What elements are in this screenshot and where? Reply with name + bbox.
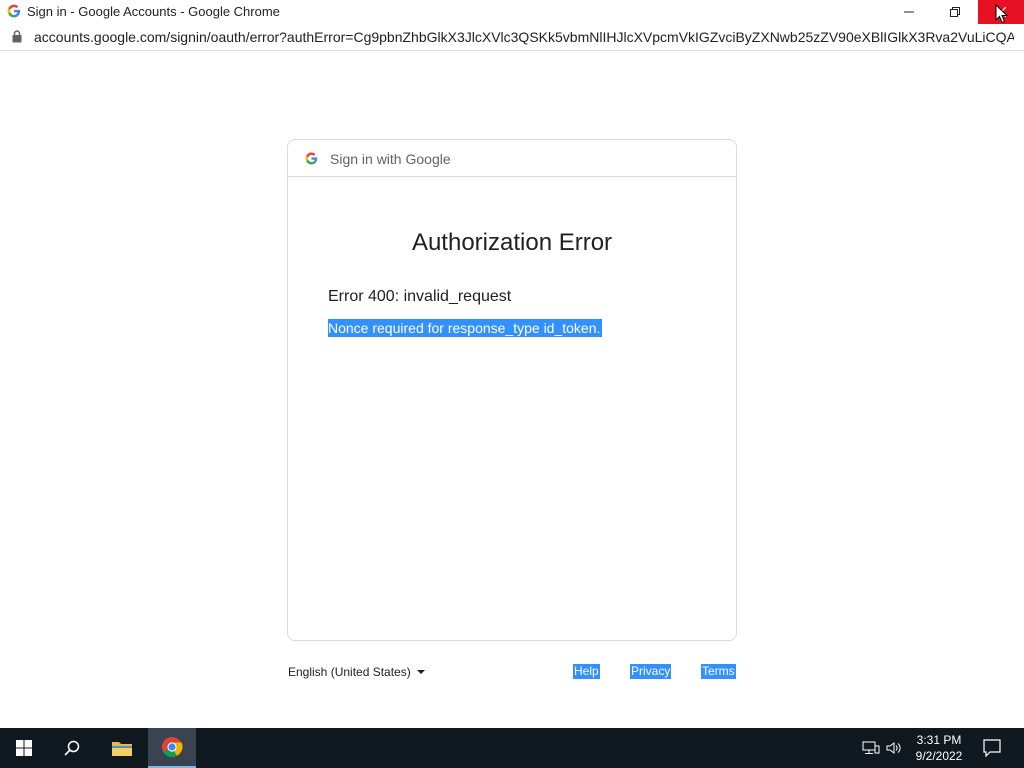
window-title-bar: Sign in - Google Accounts - Google Chrom… [0, 0, 1024, 24]
privacy-link[interactable]: Privacy [630, 664, 672, 679]
start-button[interactable] [0, 728, 48, 768]
terms-link[interactable]: Terms [701, 664, 736, 679]
card-header-label: Sign in with Google [330, 151, 451, 167]
minimize-button[interactable] [886, 0, 932, 24]
error-message: Nonce required for response_type id_toke… [328, 319, 603, 337]
taskbar: 3:31 PM 9/2/2022 [0, 728, 1024, 768]
dropdown-arrow-icon[interactable] [417, 670, 425, 674]
lock-icon[interactable] [12, 30, 22, 43]
volume-icon[interactable] [885, 740, 901, 756]
clock-time: 3:31 PM [916, 733, 962, 747]
folder-icon [112, 742, 132, 756]
restore-icon [950, 7, 960, 17]
search-button[interactable] [48, 728, 96, 768]
sign-in-card: Sign in with Google Authorization Error … [287, 139, 737, 641]
address-bar[interactable]: accounts.google.com/signin/oauth/error?a… [0, 24, 1024, 51]
help-link[interactable]: Help [573, 664, 600, 679]
error-code: Error 400: invalid_request [328, 288, 512, 305]
chrome-taskbar-button[interactable] [148, 728, 196, 768]
chrome-icon [162, 737, 183, 758]
notifications-icon[interactable] [983, 739, 1001, 757]
windows-logo-icon [16, 740, 32, 756]
card-header: Sign in with Google [288, 140, 736, 177]
page-footer: English (United States) Help Privacy Ter… [287, 662, 737, 682]
mouse-cursor-icon [995, 4, 1009, 24]
search-icon [64, 740, 80, 756]
google-g-icon [305, 152, 318, 165]
clock-date: 9/2/2022 [915, 749, 963, 763]
minimize-icon [904, 11, 914, 13]
url-text[interactable]: accounts.google.com/signin/oauth/error?a… [34, 29, 1014, 46]
clock[interactable]: 3:31 PM 9/2/2022 [904, 732, 974, 764]
restore-button[interactable] [932, 0, 978, 24]
window-title: Sign in - Google Accounts - Google Chrom… [27, 4, 280, 19]
language-selector[interactable]: English (United States) [288, 665, 411, 679]
file-explorer-button[interactable] [98, 728, 146, 768]
network-icon[interactable] [862, 741, 880, 755]
error-title: Authorization Error [411, 229, 613, 256]
google-logo-icon [7, 4, 21, 18]
